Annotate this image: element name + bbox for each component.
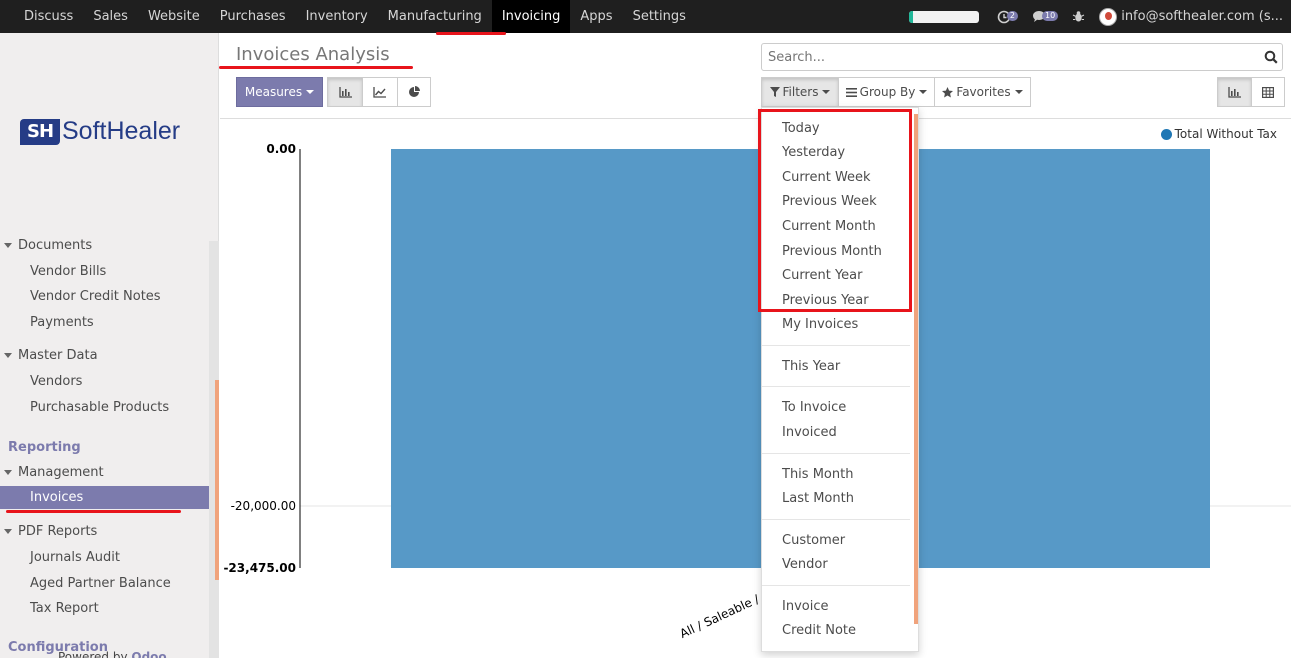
line-chart-button[interactable] [362,77,398,107]
bug-icon [1072,11,1085,22]
search-input[interactable] [762,44,1242,70]
filter-item-credit-note[interactable]: Credit Note [782,623,856,638]
sidebar-item-aged-partner-balance[interactable]: Aged Partner Balance [30,576,171,591]
group-by-button[interactable]: Group By [838,77,935,107]
sidebar-group-documents[interactable]: Documents [4,238,92,253]
pie-chart-icon [409,86,420,97]
sidebar-item-payments[interactable]: Payments [30,315,94,330]
company-logo: SH SoftHealer [20,117,180,146]
annotation-underline-invoices [6,510,181,513]
menu-manufacturing[interactable]: Manufacturing [378,0,492,33]
filter-item-my-invoices[interactable]: My Invoices [782,317,858,332]
caret-down-icon [4,529,12,534]
measures-button[interactable]: Measures [236,77,323,107]
odoo-link[interactable]: Odoo [131,650,166,658]
filter-item-last-month[interactable]: Last Month [782,491,854,506]
bar-chart-button[interactable] [327,77,363,107]
dropdown-divider [762,453,910,454]
user-menu[interactable]: info@softhealer.com (s... [1121,9,1283,24]
caret-down-icon [822,90,831,94]
activity-badge: 2 [1006,10,1019,21]
filter-item-vendor[interactable]: Vendor [782,557,828,572]
annotation-highlight-box [758,109,912,312]
menu-apps[interactable]: Apps [570,0,622,33]
sidebar-item-vendor-bills[interactable]: Vendor Bills [30,264,106,279]
graph-view-button[interactable] [1217,77,1252,107]
y-tick-label: -23,475.00 [223,561,296,575]
app-menu: Discuss Sales Website Purchases Inventor… [14,0,696,33]
menu-website[interactable]: Website [138,0,210,33]
onboarding-progress-bar[interactable] [908,10,979,23]
list-icon [845,87,857,97]
menu-purchases[interactable]: Purchases [210,0,296,33]
sidebar-item-tax-report[interactable]: Tax Report [30,601,99,616]
caret-down-icon [1014,90,1023,94]
messages-button[interactable]: 10 [1032,10,1059,23]
y-tick-label: -20,000.00 [231,499,296,513]
caret-down-icon [306,90,315,94]
powered-by: Powered by Odoo [58,650,167,658]
star-icon [942,86,954,97]
menu-invoicing[interactable]: Invoicing [491,0,571,33]
sidebar-group-management[interactable]: Management [4,465,104,480]
caret-down-icon [4,470,12,475]
sidebar-item-vendor-credit-notes[interactable]: Vendor Credit Notes [30,289,161,304]
bar-chart: 0.00 -20,000.00 -23,475.00 All / Saleabl… [223,142,1291,641]
top-navbar: Discuss Sales Website Purchases Inventor… [0,0,1291,33]
menu-settings[interactable]: Settings [623,0,696,33]
messages-badge: 10 [1042,10,1059,21]
sidebar-item-invoices[interactable]: Invoices [0,486,209,509]
filter-item-this-month[interactable]: This Month [782,467,853,482]
filter-item-customer[interactable]: Customer [782,533,845,548]
filter-item-this-year[interactable]: This Year [782,359,840,374]
search-icon[interactable] [1264,50,1278,64]
menu-inventory[interactable]: Inventory [296,0,378,33]
filter-item-invoice[interactable]: Invoice [782,599,828,614]
progress-fill [908,10,914,23]
annotation-underline-invoicing [436,32,506,35]
caret-down-icon [919,90,928,94]
dropdown-divider [762,345,910,346]
search-box[interactable] [761,43,1283,71]
sidebar-scroll-thumb[interactable] [215,380,219,580]
graph-view: Total Without Tax 0.00 -20,000.00 -23,47… [220,118,1291,658]
favorites-button[interactable]: Favorites [934,77,1031,107]
sidebar-group-pdf-reports[interactable]: PDF Reports [4,524,97,539]
menu-sales[interactable]: Sales [83,0,138,33]
sidebar-section-reporting: Reporting [8,440,81,455]
table-icon [1262,86,1274,98]
filter-item-invoiced[interactable]: Invoiced [782,425,837,440]
user-avatar[interactable] [1099,7,1118,26]
pie-chart-button[interactable] [397,77,431,107]
sidebar-item-vendors[interactable]: Vendors [30,374,82,389]
line-chart-icon [373,86,386,98]
logo-text: SoftHealer [62,117,181,145]
annotation-underline-title [219,66,413,69]
y-tick-label: 0.00 [266,142,296,156]
x-category-label: All / Saleable / [678,592,763,641]
dropdown-divider [762,519,910,520]
sidebar: SH SoftHealer Documents Vendor Bills Ven… [0,33,219,658]
sidebar-group-master-data[interactable]: Master Data [4,348,98,363]
navbar-right: 2 10 info@softhealer.com (s... [908,0,1291,33]
logo-mark: SH [20,118,60,145]
filter-item-to-invoice[interactable]: To Invoice [782,400,846,415]
caret-down-icon [4,353,12,358]
activity-button[interactable]: 2 [997,10,1019,24]
pivot-view-button[interactable] [1251,77,1285,107]
bar-chart-icon [338,86,352,98]
filters-button[interactable]: Filters [761,77,839,107]
sidebar-item-purchasable-products[interactable]: Purchasable Products [30,400,169,415]
dropdown-divider [762,386,910,387]
dropdown-divider [762,585,910,586]
debug-button[interactable] [1072,10,1085,23]
caret-down-icon [4,243,12,248]
page-title: Invoices Analysis [236,44,390,65]
sidebar-item-journals-audit[interactable]: Journals Audit [30,550,120,565]
menu-discuss[interactable]: Discuss [14,0,83,33]
filter-icon [769,87,780,97]
dropdown-scroll-thumb[interactable] [914,114,918,624]
bar-chart-icon [1228,86,1241,98]
